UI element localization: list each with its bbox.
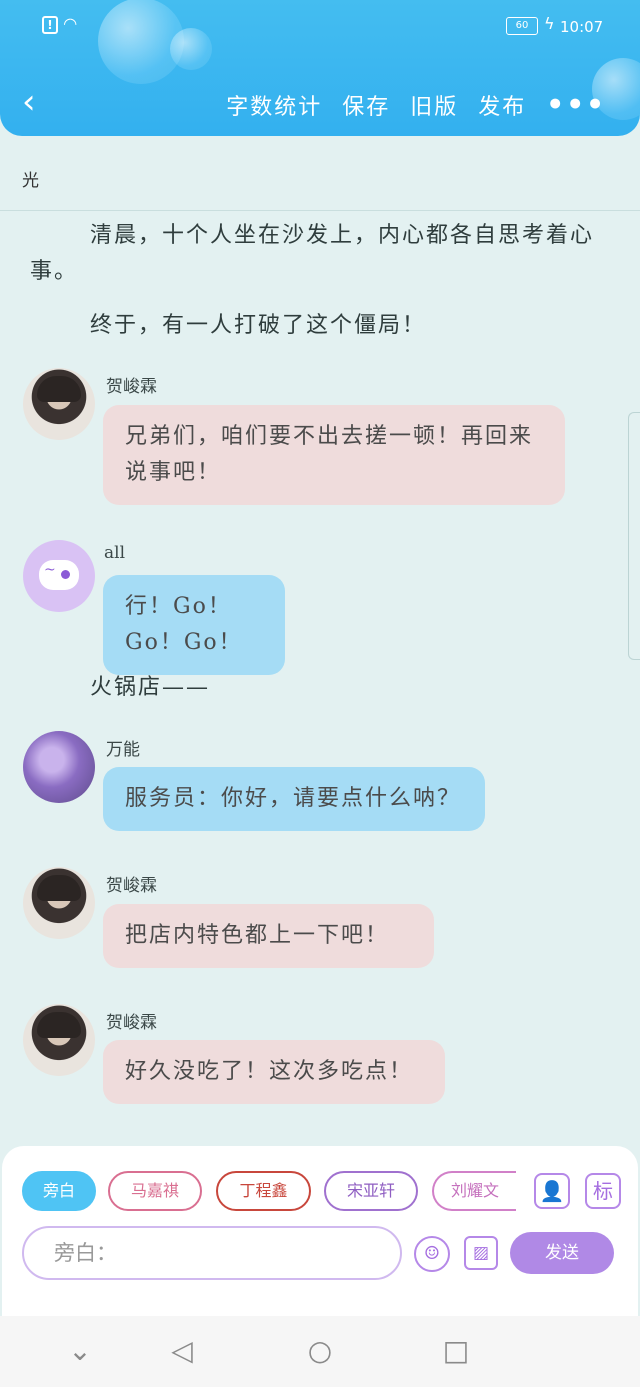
nav-recent-icon[interactable]: □ [432,1334,480,1368]
sender-name: all [104,543,126,563]
narration-text: 清晨，十个人坐在沙发上，内心都各自思考着心事。 [30,223,595,284]
toolbar-actions: 字数统计 保存 旧版 发布 ••• [226,88,606,121]
character-chip[interactable]: 宋亚轩 [324,1171,418,1211]
message-input[interactable]: 旁白： [22,1226,402,1280]
character-chip[interactable]: 丁程鑫 [216,1171,311,1211]
wifi-icon: ◜◝ [64,14,77,33]
status-bar: ! ◜◝ 60 ϟ 10:07 [0,14,640,40]
old-version-button[interactable]: 旧版 [410,89,458,121]
side-scroll-handle[interactable] [628,412,640,660]
character-chip[interactable]: 刘耀文 [432,1171,516,1211]
sender-name: 万能 [106,740,140,760]
avatar[interactable] [23,368,95,440]
mark-button[interactable]: 标 [585,1173,621,1209]
emoji-icon[interactable]: ☺ [414,1236,450,1272]
sender-name: 贺峻霖 [106,1013,157,1033]
avatar[interactable] [23,540,95,612]
bot-face-icon [39,560,79,590]
alert-icon: ! [42,16,58,34]
avatar[interactable] [23,1004,95,1076]
avatar[interactable] [23,731,95,803]
document-title[interactable]: 光 [22,166,39,191]
chat-bubble[interactable]: 好久没吃了！这次多吃点！ [103,1040,445,1104]
character-chip[interactable]: 马嘉祺 [108,1171,202,1211]
avatar[interactable] [23,867,95,939]
more-icon[interactable]: ••• [546,88,606,121]
back-chevron-icon[interactable]: ‹ [22,82,52,122]
system-nav-bar: ⌄ ◁ ○ □ [0,1316,640,1387]
character-chip[interactable]: 旁白 [22,1171,96,1211]
charging-icon: ϟ [544,14,555,33]
sender-name: 贺峻霖 [106,377,157,397]
chat-bubble[interactable]: 把店内特色都上一下吧！ [103,904,434,968]
battery-icon: 60 [506,17,538,35]
image-icon[interactable]: ▨ [464,1236,498,1270]
chat-bubble[interactable]: 服务员：你好，请要点什么呐？ [103,767,485,831]
status-time: 10:07 [560,18,604,36]
word-count-button[interactable]: 字数统计 [226,89,322,121]
save-button[interactable]: 保存 [342,89,390,121]
chat-bubble[interactable]: 兄弟们，咱们要不出去搓一顿！再回来说事吧！ [103,405,565,505]
person-icon[interactable]: 👤 [534,1173,570,1209]
narration-text: 终于，有一人打破了这个僵局！ [90,313,427,338]
divider [0,210,640,211]
publish-button[interactable]: 发布 [478,89,526,121]
sender-name: 贺峻霖 [106,876,157,896]
chat-bubble[interactable]: 行！Go！Go！Go！ [103,575,285,675]
nav-back-icon[interactable]: ◁ [158,1334,206,1368]
nav-home-icon[interactable]: ○ [296,1334,344,1368]
app-header: ! ◜◝ 60 ϟ 10:07 ‹ 字数统计 保存 旧版 发布 ••• [0,0,640,136]
narration-text: 火锅店—— [90,675,211,700]
send-button[interactable]: 发送 [510,1232,614,1274]
collapse-chevron-icon[interactable]: ⌄ [56,1334,104,1368]
